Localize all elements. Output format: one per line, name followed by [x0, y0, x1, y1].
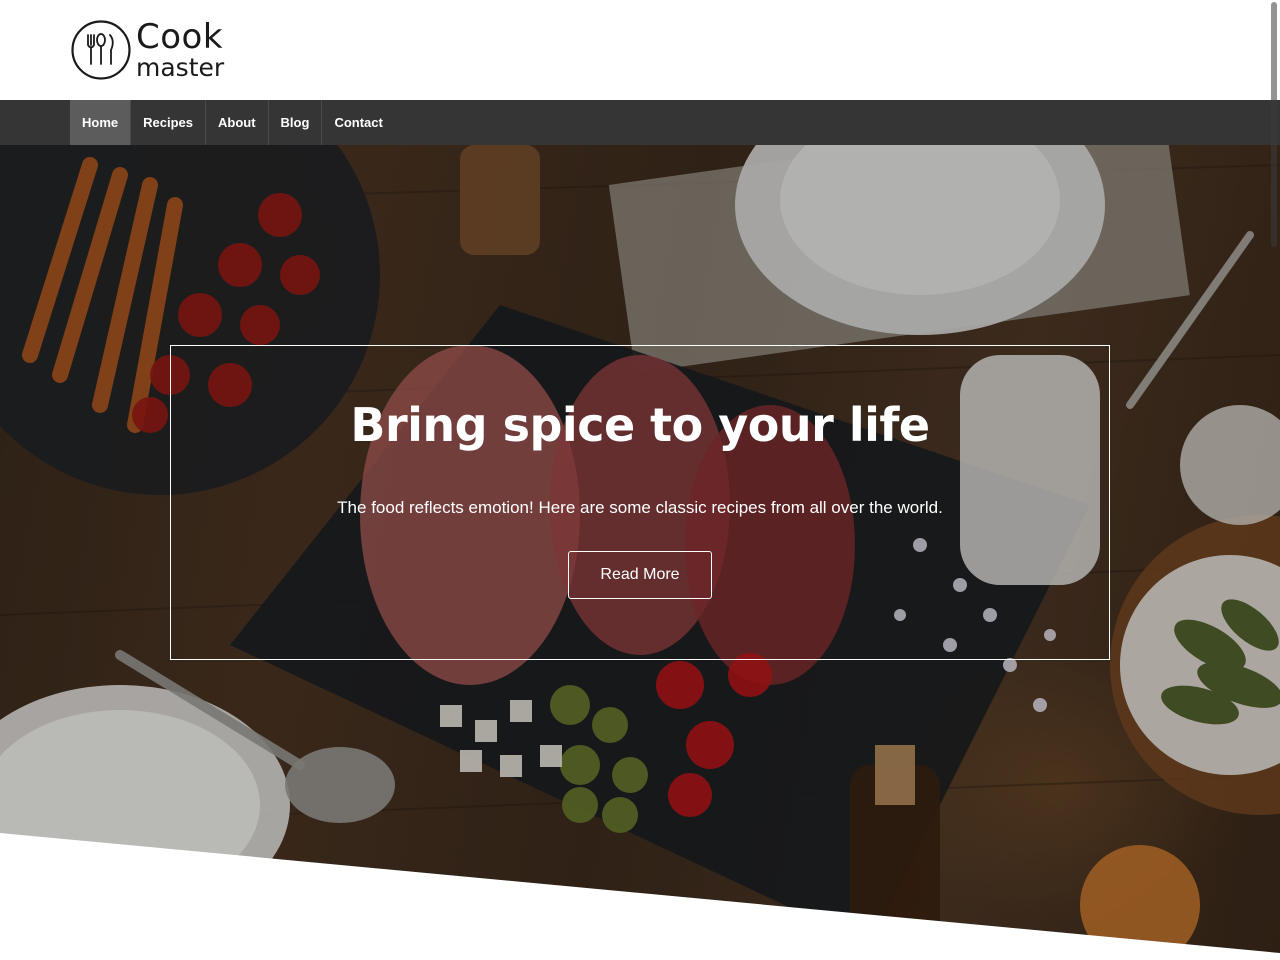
nav-item-contact[interactable]: Contact: [322, 100, 394, 145]
nav-item-about[interactable]: About: [206, 100, 269, 145]
hero-subtitle: The food reflects emotion! Here are some…: [337, 498, 943, 517]
hero-content-box: Bring spice to your life The food reflec…: [170, 345, 1110, 660]
nav-item-blog[interactable]: Blog: [269, 100, 323, 145]
hero-title: Bring spice to your life: [350, 398, 930, 452]
main-nav: Home Recipes About Blog Contact: [0, 100, 1280, 145]
hero-section: Bring spice to your life The food reflec…: [0, 145, 1280, 960]
logo[interactable]: Cook master: [70, 18, 224, 82]
fork-spoon-knife-icon: [71, 20, 131, 80]
logo-line2: master: [136, 53, 225, 82]
logo-line1: Cook: [136, 17, 224, 57]
scrollbar-thumb[interactable]: [1271, 2, 1277, 247]
site-header: Cook master: [0, 0, 1280, 100]
read-more-button[interactable]: Read More: [568, 551, 712, 599]
logo-text: Cook master: [136, 20, 224, 80]
page-scrollbar[interactable]: [1268, 0, 1280, 960]
nav-item-recipes[interactable]: Recipes: [131, 100, 206, 145]
nav-list: Home Recipes About Blog Contact: [70, 100, 395, 145]
nav-item-home[interactable]: Home: [70, 100, 132, 145]
